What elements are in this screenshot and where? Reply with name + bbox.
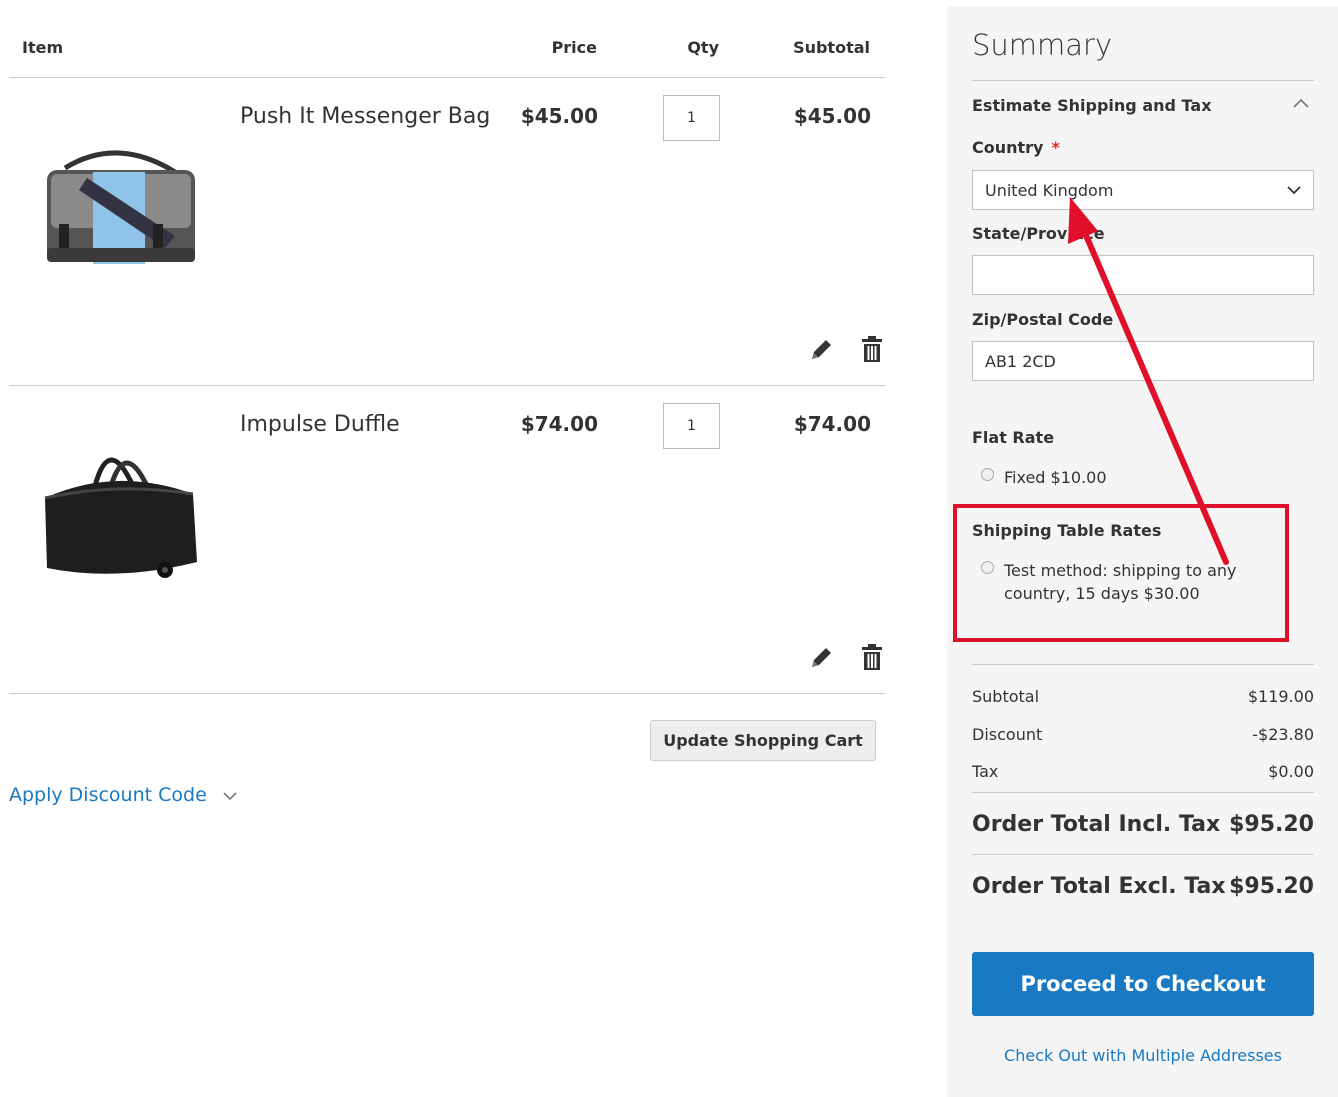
discount-label: Discount [972,725,1043,744]
tax-line: Tax $0.00 [972,762,1314,781]
tax-label: Tax [972,762,999,781]
cart-table: Item Price Qty Subtotal Push It Messenge… [9,0,885,694]
order-total-excl-label: Order Total Excl. Tax [972,874,1226,899]
chevron-down-icon [1287,185,1301,194]
qty-input[interactable] [663,95,720,141]
product-price: $74.00 [520,412,598,436]
product-name[interactable]: Impulse Duffle [240,412,400,437]
flat-rate-option-label[interactable]: Fixed $10.00 [1004,466,1107,489]
estimate-shipping-title[interactable]: Estimate Shipping and Tax [972,96,1212,115]
trash-icon[interactable] [859,334,885,364]
header-qty: Qty [687,38,719,57]
product-price: $45.00 [520,104,598,128]
chevron-up-icon[interactable] [1293,98,1309,108]
qty-input[interactable] [663,403,720,449]
cart-row: Push It Messenger Bag $45.00 $45.00 [9,78,885,386]
header-subtotal: Subtotal [793,38,870,57]
table-rates-radio[interactable] [981,561,994,574]
product-name[interactable]: Push It Messenger Bag [240,104,490,129]
summary-panel: Summary Estimate Shipping and Tax Countr… [947,6,1338,1097]
table-rates-option-label[interactable]: Test method: shipping to any country, 15… [1004,559,1251,605]
table-rates-title: Shipping Table Rates [972,521,1162,540]
trash-icon[interactable] [859,642,885,672]
proceed-to-checkout-button[interactable]: Proceed to Checkout [972,952,1314,1016]
duffle-bag-image[interactable] [25,406,200,616]
divider [972,664,1314,665]
required-asterisk: * [1051,138,1060,157]
order-total-excl-value: $95.20 [1229,874,1314,899]
pencil-icon[interactable] [807,644,835,672]
header-price: Price [551,38,597,57]
order-total-incl-label: Order Total Incl. Tax [972,812,1221,837]
cart-header: Item Price Qty Subtotal [9,0,885,78]
country-label-text: Country [972,138,1044,157]
update-cart-button[interactable]: Update Shopping Cart [650,720,876,761]
discount-line: Discount -$23.80 [972,725,1314,744]
flat-rate-title: Flat Rate [972,428,1055,447]
zip-label: Zip/Postal Code [972,310,1114,329]
country-label: Country * [972,138,1060,157]
cart-row: Impulse Duffle $74.00 $74.00 [9,386,885,694]
subtotal-line: Subtotal $119.00 [972,687,1314,706]
subtotal-label: Subtotal [972,687,1040,706]
divider [972,80,1314,81]
product-subtotal: $45.00 [793,104,871,128]
flat-rate-option[interactable]: Fixed $10.00 [981,466,1107,489]
discount-value: -$23.80 [1252,725,1314,744]
country-value: United Kingdom [985,180,1114,200]
divider [972,854,1314,855]
order-total-incl-value: $95.20 [1229,812,1314,837]
country-select[interactable]: United Kingdom [972,170,1314,210]
state-label: State/Province [972,224,1105,243]
messenger-bag-image[interactable] [25,98,200,308]
subtotal-value: $119.00 [1247,687,1314,706]
tax-value: $0.00 [1268,762,1314,781]
pencil-icon[interactable] [807,336,835,364]
apply-discount-label[interactable]: Apply Discount Code [9,784,207,806]
divider [972,792,1314,793]
apply-discount-toggle[interactable]: Apply Discount Code [9,784,237,806]
multiple-addresses-link[interactable]: Check Out with Multiple Addresses [972,1046,1314,1065]
chevron-down-icon[interactable] [223,791,237,801]
flat-rate-radio[interactable] [981,468,994,481]
state-input[interactable] [972,255,1314,295]
product-subtotal: $74.00 [793,412,871,436]
zip-input[interactable] [972,341,1314,381]
order-total-incl-line: Order Total Incl. Tax $95.20 [972,812,1314,837]
summary-title: Summary [972,28,1113,62]
order-total-excl-line: Order Total Excl. Tax $95.20 [972,874,1314,899]
header-item: Item [22,38,64,57]
table-rates-option[interactable]: Test method: shipping to any country, 15… [981,559,1251,605]
